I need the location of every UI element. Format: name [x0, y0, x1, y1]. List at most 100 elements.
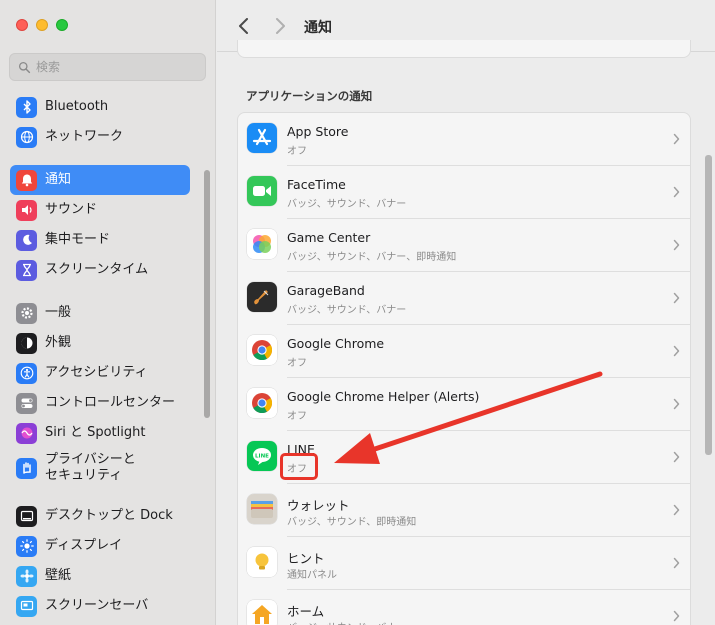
sidebar-item[interactable]: デスクトップと Dock — [10, 501, 190, 531]
line-icon: LINE — [247, 441, 277, 471]
sidebar-separator — [10, 285, 190, 298]
accessibility-icon — [16, 362, 37, 384]
chevron-right-icon — [673, 345, 680, 357]
sidebar-item-label: Bluetooth — [45, 99, 109, 114]
dock-icon — [16, 505, 37, 527]
sidebar-item-label: スクリーンタイム — [45, 262, 149, 277]
sidebar-item[interactable]: ディスプレイ — [10, 531, 190, 561]
sidebar-separator — [10, 152, 190, 165]
sidebar-item[interactable]: スクリーンセーバ — [10, 591, 190, 621]
brightness-icon — [16, 535, 37, 557]
sidebar-item-label: 壁紙 — [45, 568, 72, 583]
sidebar-item[interactable]: 集中モード — [10, 225, 190, 255]
sidebar-item[interactable]: スクリーンタイム — [10, 255, 190, 285]
hand-icon — [16, 457, 37, 479]
page-title: 通知 — [304, 20, 332, 36]
tips-icon — [247, 547, 277, 577]
bell-icon — [16, 169, 37, 191]
app-name: GarageBand — [287, 283, 365, 298]
previous-settings-card — [237, 40, 691, 58]
chevron-left-icon — [239, 18, 248, 34]
app-row[interactable]: ホームバッジ、サウンド、バナー — [238, 590, 690, 625]
window-controls — [16, 19, 68, 31]
chevron-right-icon — [673, 292, 680, 304]
search-field[interactable] — [9, 53, 206, 81]
annotation-highlight-box — [280, 453, 318, 480]
sidebar-item-label: ネットワーク — [45, 129, 124, 144]
app-row[interactable]: Game Center バッジ、サウンド、バナー、即時通知 — [238, 219, 690, 272]
chevron-right-icon — [673, 504, 680, 516]
minimize-button[interactable] — [36, 19, 48, 31]
svg-text:LINE: LINE — [255, 454, 269, 460]
app-row[interactable]: GarageBand バッジ、サウンド、バナー — [238, 272, 690, 325]
app-row[interactable]: ヒント 通知パネル — [238, 537, 690, 590]
search-icon — [18, 61, 31, 73]
facetime-icon — [247, 176, 277, 206]
sidebar-item[interactable]: 通知 — [10, 165, 190, 195]
sidebar-item[interactable]: アクセシビリティ — [10, 358, 190, 388]
zoom-button[interactable] — [56, 19, 68, 31]
sidebar: Bluetooth ネットワーク通知サウンド集中モードスクリーンタイム一般外観アク… — [0, 0, 216, 625]
sidebar-item-label: 集中モード — [45, 232, 111, 247]
app-name: App Store — [287, 124, 349, 139]
sidebar-list: Bluetooth ネットワーク 通知サウンド集中モードスクリーンタイム一般 外観 アク… — [10, 92, 190, 621]
siri-icon — [16, 422, 37, 444]
chevron-right-icon — [673, 451, 680, 463]
app-name: ヒント — [287, 551, 325, 566]
chevron-right-icon — [673, 398, 680, 410]
app-name: ウォレット — [287, 498, 350, 513]
sidebar-item[interactable]: Siri と Spotlight — [10, 418, 190, 448]
app-name: Game Center — [287, 230, 371, 245]
chevron-right-icon — [673, 610, 680, 622]
app-store-icon — [247, 123, 277, 153]
moon-icon — [16, 229, 37, 251]
sidebar-item[interactable]: プライバシーと セキュリティ — [10, 448, 190, 488]
sidebar-item-label: サウンド — [45, 202, 98, 217]
section-title: アプリケーションの通知 — [246, 89, 373, 103]
chrome-icon — [247, 388, 277, 418]
sidebar-item[interactable]: コントロールセンター — [10, 388, 190, 418]
sidebar-item[interactable]: 一般 — [10, 298, 190, 328]
sidebar-item-label: ディスプレイ — [45, 538, 123, 553]
app-row[interactable]: App Store オフ — [238, 113, 690, 166]
annotation-arrow-icon — [334, 371, 603, 464]
sidebar-item-label: Siri と Spotlight — [45, 425, 146, 440]
sidebar-item[interactable]: サウンド — [10, 195, 190, 225]
chevron-right-icon — [276, 18, 285, 34]
chevron-right-icon — [673, 133, 680, 145]
sidebar-separator — [10, 488, 190, 501]
search-input[interactable] — [36, 60, 196, 74]
sidebar-item[interactable]: 壁紙 — [10, 561, 190, 591]
gear-icon — [16, 302, 37, 324]
app-name: FaceTime — [287, 177, 346, 192]
app-notification-summary: バッジ、サウンド、バナー — [287, 619, 406, 625]
game-center-icon — [247, 229, 277, 259]
close-button[interactable] — [16, 19, 28, 31]
chrome-icon — [247, 335, 277, 365]
sidebar-item[interactable]: ネットワーク — [10, 122, 190, 152]
app-row[interactable]: FaceTime バッジ、サウンド、バナー — [238, 166, 690, 219]
sidebar-item[interactable]: Bluetooth — [10, 92, 190, 122]
main-scrollbar[interactable] — [705, 155, 712, 455]
app-row[interactable]: ウォレット バッジ、サウンド、即時通知 — [238, 484, 690, 537]
globe-icon — [16, 126, 37, 148]
screensaver-icon — [16, 595, 37, 617]
sidebar-scrollbar[interactable] — [204, 170, 210, 418]
sidebar-item-label: 通知 — [45, 172, 72, 187]
chevron-right-icon — [673, 557, 680, 569]
app-name: Google Chrome — [287, 336, 385, 351]
main-pane: 通知 アプリケーションの通知 App Store オフ FaceTime バッジ、サウ… — [217, 0, 715, 625]
sidebar-item-label: コントロールセンター — [45, 395, 176, 410]
sidebar-item-label: スクリーンセーバ — [45, 598, 149, 613]
bluetooth-icon — [16, 96, 37, 118]
garageband-icon — [247, 282, 277, 312]
sidebar-item[interactable]: 外観 — [10, 328, 190, 358]
forward-button[interactable] — [265, 11, 295, 41]
wallet-icon — [247, 494, 277, 524]
sidebar-item-label: デスクトップと Dock — [45, 508, 173, 523]
app-name: ホーム — [287, 604, 325, 619]
chevron-right-icon — [673, 186, 680, 198]
app-notification-summary: バッジ、サウンド、バナー、即時通知 — [287, 252, 457, 263]
chevron-right-icon — [673, 239, 680, 251]
back-button[interactable] — [229, 11, 259, 41]
